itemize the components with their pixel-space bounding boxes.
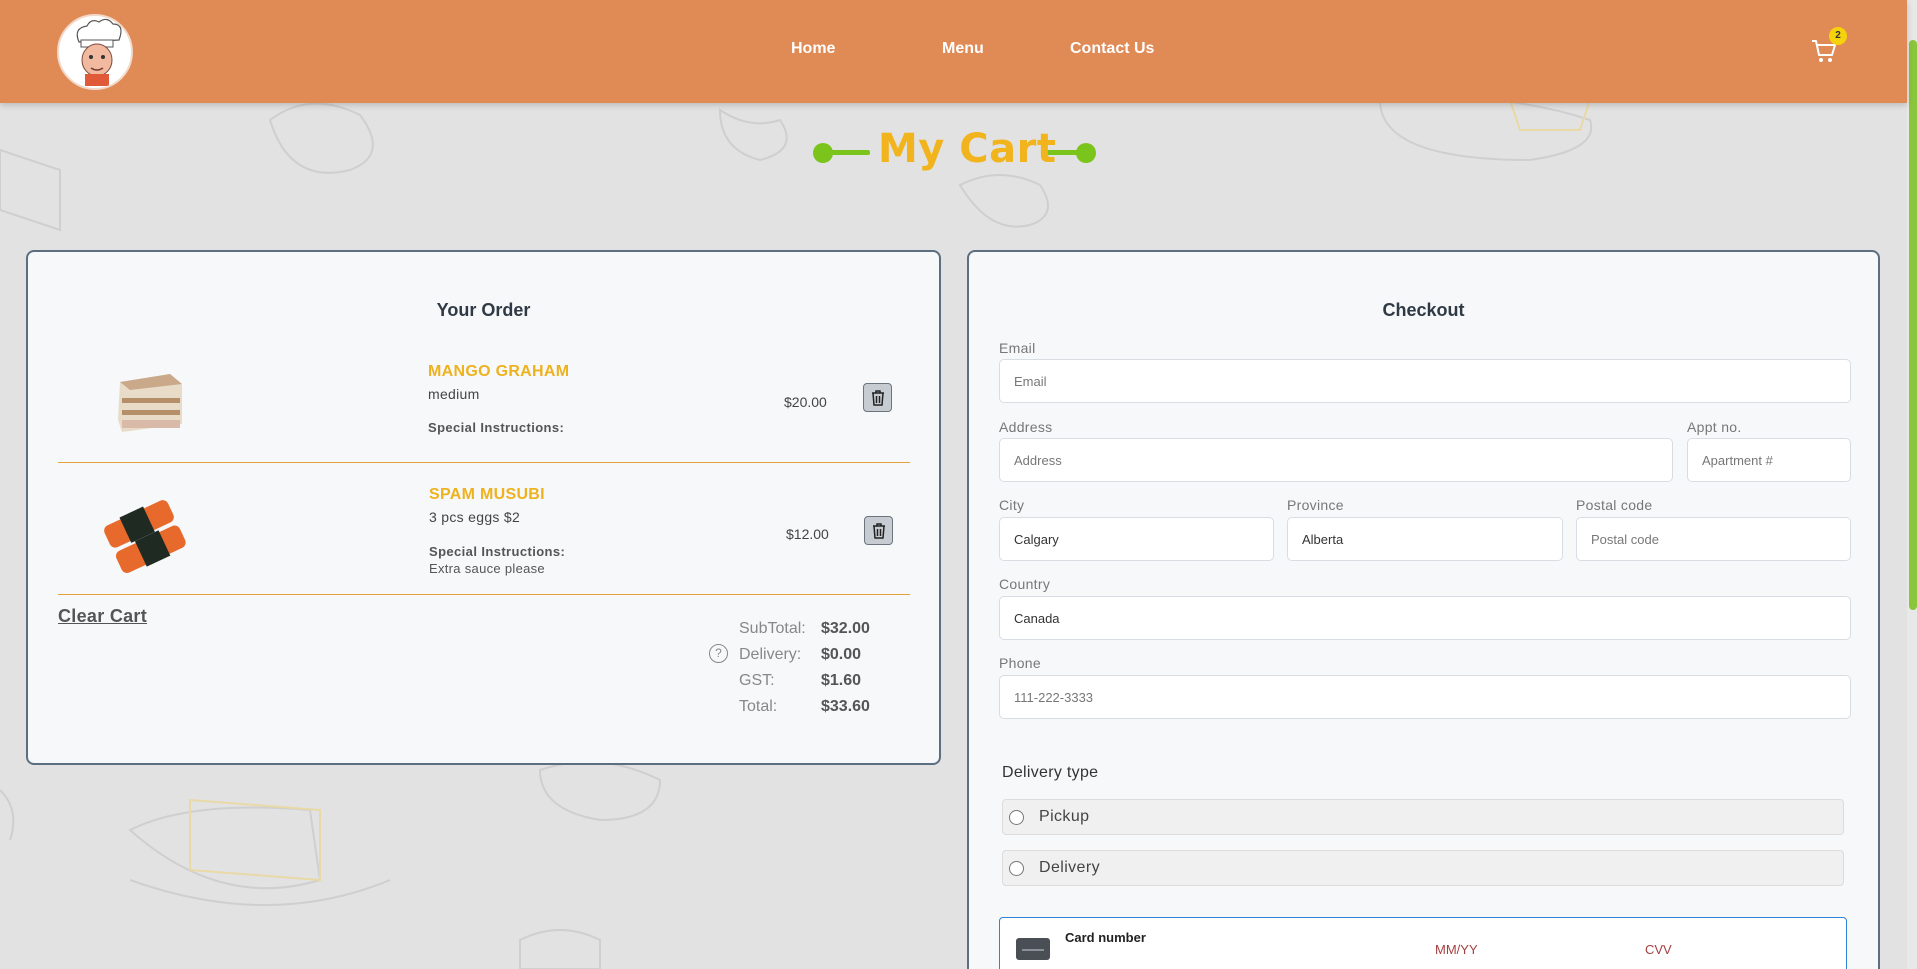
delete-item-button[interactable] <box>864 516 893 545</box>
appt-input[interactable] <box>1687 438 1851 482</box>
gst-label: GST: <box>739 672 775 689</box>
phone-label: Phone <box>999 655 1041 671</box>
item-variant: 3 pcs eggs $2 <box>429 509 521 525</box>
mango-graham-image <box>118 374 182 432</box>
delivery-type-label: Delivery type <box>1002 764 1099 781</box>
nav-menu-link[interactable]: Menu <box>942 40 984 58</box>
order-title: Your Order <box>436 300 531 320</box>
scrollbar-thumb[interactable] <box>1909 40 1917 610</box>
city-label: City <box>999 497 1025 513</box>
nav-contact-link[interactable]: Contact Us <box>1070 40 1154 58</box>
pickup-option[interactable]: Pickup <box>1002 799 1844 835</box>
checkout-title: Checkout <box>1382 300 1465 320</box>
cart-count-badge: 2 <box>1829 27 1847 45</box>
clear-cart-link[interactable]: Clear Cart <box>58 606 147 627</box>
card-input-box[interactable]: Card number MM/YY CVV <box>999 917 1847 969</box>
page-title: My Cart <box>878 126 1057 172</box>
postal-code-label: Postal code <box>1576 497 1653 513</box>
gst-value: $1.60 <box>821 672 862 689</box>
delivery-radio[interactable] <box>1009 861 1024 876</box>
pickup-radio[interactable] <box>1009 810 1024 825</box>
item-instructions: Extra sauce please <box>429 561 545 576</box>
city-input[interactable] <box>999 517 1274 561</box>
country-input[interactable] <box>999 596 1851 640</box>
card-expiry-input[interactable]: MM/YY <box>1435 942 1478 957</box>
item-price: $20.00 <box>784 394 827 410</box>
chef-avatar-icon <box>76 18 122 86</box>
delivery-option-label: Delivery <box>1039 859 1100 876</box>
card-number-label: Card number <box>1065 930 1146 945</box>
item-name: SPAM MUSUBI <box>429 486 545 503</box>
appt-label: Appt no. <box>1687 419 1742 435</box>
trash-icon <box>872 390 884 406</box>
item-variant: medium <box>428 386 480 402</box>
email-input[interactable] <box>999 359 1851 403</box>
pickup-option-label: Pickup <box>1039 808 1090 825</box>
checkout-panel: Checkout Email Address Appt no. City Pro… <box>967 250 1880 969</box>
item-instructions-label: Special Instructions: <box>428 420 565 435</box>
address-label: Address <box>999 419 1053 435</box>
item-instructions-label: Special Instructions: <box>429 544 566 559</box>
delivery-option[interactable]: Delivery <box>1002 850 1844 886</box>
credit-card-icon <box>1016 938 1050 960</box>
province-label: Province <box>1287 497 1344 513</box>
province-input[interactable] <box>1287 517 1563 561</box>
country-label: Country <box>999 576 1051 592</box>
delete-item-button[interactable] <box>863 383 892 412</box>
card-cvv-input[interactable]: CVV <box>1645 942 1672 957</box>
item-name: MANGO GRAHAM <box>428 363 570 380</box>
postal-code-input[interactable] <box>1576 517 1851 561</box>
delivery-value: $0.00 <box>821 646 862 663</box>
subtotal-label: SubTotal: <box>739 620 806 637</box>
address-input[interactable] <box>999 438 1673 482</box>
page-title-wrapper: My Cart <box>805 122 1105 172</box>
delivery-label: Delivery: <box>739 646 802 663</box>
nav-home-link[interactable]: Home <box>791 40 835 58</box>
subtotal-value: $32.00 <box>821 620 870 637</box>
top-navbar: Home Menu Contact Us 2 <box>0 0 1907 103</box>
item-divider <box>58 462 910 463</box>
total-value: $33.60 <box>821 698 870 715</box>
email-label: Email <box>999 340 1036 356</box>
total-label: Total: <box>739 698 778 715</box>
trash-icon <box>873 523 885 539</box>
chef-logo[interactable] <box>57 14 133 90</box>
item-divider <box>58 594 910 595</box>
delivery-help-icon[interactable]: ? <box>709 644 728 663</box>
item-price: $12.00 <box>786 526 829 542</box>
spam-musubi-image <box>104 500 186 573</box>
order-panel: Your Order MANGO GRAHAM medium Special I… <box>26 250 941 765</box>
phone-input[interactable] <box>999 675 1851 719</box>
